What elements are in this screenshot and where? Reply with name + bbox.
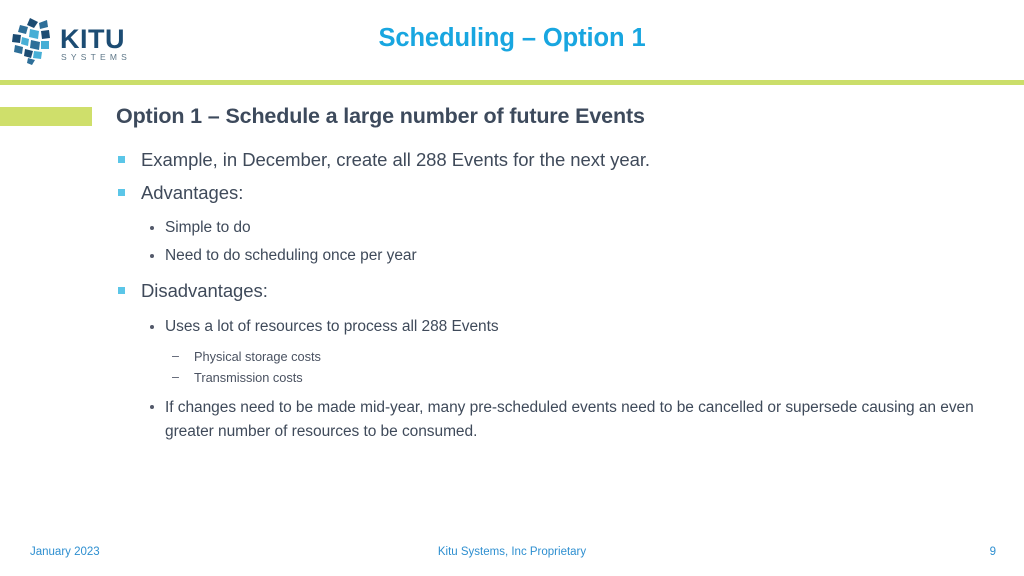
square-bullet-icon: [118, 156, 125, 163]
footer-notice: Kitu Systems, Inc Proprietary: [437, 546, 587, 558]
round-bullet-icon: [150, 324, 154, 329]
logo-tagline: SYSTEMS: [61, 52, 131, 62]
bullet-item-level2: Uses a lot of resources to process all 2…: [0, 316, 1024, 337]
bullet-text: Disadvantages:: [141, 280, 268, 301]
bullet-text: Example, in December, create all 288 Eve…: [141, 149, 651, 170]
bullet-text: Simple to do: [165, 219, 251, 236]
bullet-text: Advantages:: [141, 181, 244, 203]
bullet-item-level1: Disadvantages:: [0, 279, 1024, 303]
slide: KITU SYSTEMS Scheduling – Option 1 Optio…: [0, 0, 1024, 576]
bullet-text: Uses a lot of resources to process all 2…: [165, 317, 499, 335]
bullet-text: Physical storage costs: [194, 348, 321, 364]
section-accent-block: [0, 107, 92, 126]
header-divider: [0, 80, 1024, 85]
round-bullet-icon: [150, 226, 154, 230]
section-heading: Option 1 – Schedule a large number of fu…: [116, 104, 645, 128]
bullet-text: Transmission costs: [194, 369, 303, 385]
bullet-item-level3: – Transmission costs: [0, 369, 1024, 386]
square-bullet-icon: [118, 287, 125, 294]
dash-bullet-icon: –: [172, 348, 179, 363]
dash-bullet-icon: –: [172, 369, 179, 384]
bullet-item-level2: Simple to do: [0, 217, 1024, 238]
bullet-item-level1: Advantages:: [0, 181, 1024, 205]
slide-footer: January 2023 Kitu Systems, Inc Proprieta…: [0, 546, 1024, 562]
bullet-item-level3: – Physical storage costs: [0, 348, 1024, 365]
footer-page-number: 9: [989, 546, 996, 558]
slide-title: Scheduling – Option 1: [378, 24, 646, 52]
bullet-item-level1: Example, in December, create all 288 Eve…: [0, 148, 1024, 172]
bullet-item-level2: Need to do scheduling once per year: [0, 245, 1024, 266]
bullet-item-level2: If changes need to be made mid-year, man…: [0, 396, 1024, 444]
round-bullet-icon: [150, 254, 154, 258]
bullet-text: If changes need to be made mid-year, man…: [165, 398, 974, 440]
round-bullet-icon: [150, 404, 154, 409]
bullet-list: Example, in December, create all 288 Eve…: [0, 148, 1024, 451]
square-bullet-icon: [118, 188, 125, 196]
bullet-text: Need to do scheduling once per year: [165, 247, 417, 264]
